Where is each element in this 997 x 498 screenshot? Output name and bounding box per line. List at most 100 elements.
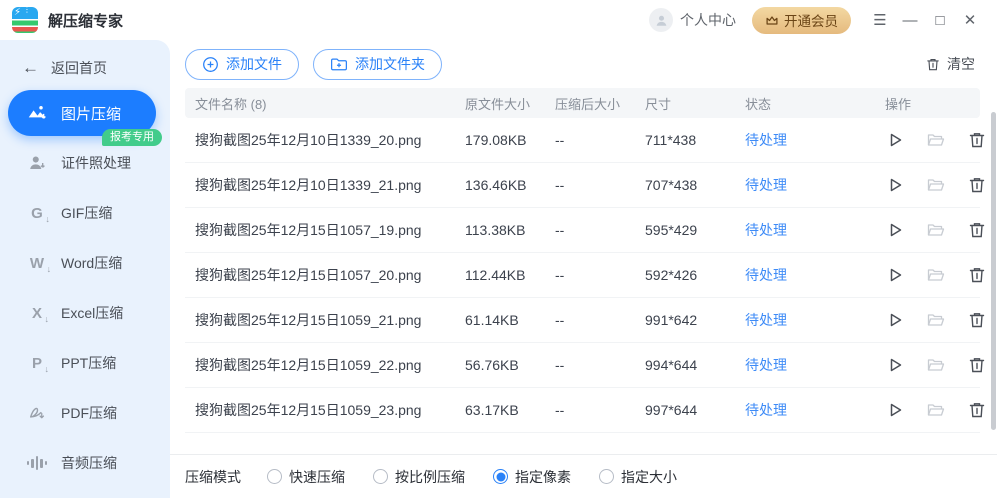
person-icon — [26, 154, 48, 172]
exam-badge: 报考专用 — [102, 129, 162, 146]
minimize-icon[interactable]: — — [897, 7, 923, 33]
word-letter-icon: W↓ — [26, 255, 48, 272]
radio-label: 指定像素 — [515, 467, 571, 487]
table-row: 搜狗截图25年12月15日1057_20.png 112.44KB -- 592… — [185, 253, 980, 298]
col-status: 状态 — [735, 94, 875, 113]
open-folder-icon[interactable] — [926, 130, 946, 150]
add-folder-button[interactable]: 添加文件夹 — [313, 49, 442, 80]
radio-specify-pixels[interactable]: 指定像素 — [493, 467, 571, 487]
sidebar-item-label: 证件照处理 — [61, 153, 131, 173]
open-folder-icon[interactable] — [926, 220, 946, 240]
delete-icon[interactable] — [967, 400, 987, 420]
play-icon[interactable] — [885, 175, 905, 195]
ppt-letter-icon: P↓ — [26, 355, 48, 372]
sidebar-item-word-compress[interactable]: W↓ Word压缩 — [10, 238, 160, 288]
audio-bars-icon — [26, 456, 48, 470]
back-home-button[interactable]: ← 返回首页 — [0, 48, 170, 88]
compressed-size: -- — [545, 312, 635, 328]
sidebar-item-ppt-compress[interactable]: P↓ PPT压缩 — [10, 338, 160, 388]
table-row: 搜狗截图25年12月15日1057_19.png 113.38KB -- 595… — [185, 208, 980, 253]
table-row: 搜狗截图25年12月15日1059_21.png 61.14KB -- 991*… — [185, 298, 980, 343]
dimensions: 707*438 — [635, 177, 735, 193]
compressed-size: -- — [545, 357, 635, 373]
delete-icon[interactable] — [967, 355, 987, 375]
file-name: 搜狗截图25年12月10日1339_21.png — [185, 175, 455, 195]
close-icon[interactable]: ✕ — [957, 7, 983, 33]
excel-letter-icon: X↓ — [26, 305, 48, 322]
crown-icon — [765, 14, 779, 27]
radio-ratio-compress[interactable]: 按比例压缩 — [373, 467, 465, 487]
table-row: 搜狗截图25年12月10日1339_20.png 179.08KB -- 711… — [185, 118, 980, 163]
sidebar-item-gif-compress[interactable]: G↓ GIF压缩 — [10, 188, 160, 238]
compressed-size: -- — [545, 177, 635, 193]
open-folder-icon[interactable] — [926, 400, 946, 420]
add-file-label: 添加文件 — [226, 54, 282, 74]
status-badge: 待处理 — [735, 265, 875, 285]
play-icon[interactable] — [885, 265, 905, 285]
row-operations — [875, 220, 987, 240]
back-home-label: 返回首页 — [51, 58, 107, 78]
titlebar-actions: 个人中心 开通会员 ☰ — □ ✕ — [649, 7, 983, 34]
user-center-button[interactable]: 个人中心 — [649, 8, 736, 32]
delete-icon[interactable] — [967, 310, 987, 330]
brand: ⚡ ⋮ 解压缩专家 — [12, 7, 123, 33]
delete-icon[interactable] — [967, 220, 987, 240]
open-folder-icon[interactable] — [926, 310, 946, 330]
dimensions: 592*426 — [635, 267, 735, 283]
delete-icon[interactable] — [967, 265, 987, 285]
app-title: 解压缩专家 — [48, 10, 123, 31]
table-row: 搜狗截图25年12月10日1339_21.png 136.46KB -- 707… — [185, 163, 980, 208]
scrollbar-thumb[interactable] — [991, 112, 996, 430]
trash-icon — [925, 56, 941, 73]
add-file-button[interactable]: 添加文件 — [185, 49, 299, 80]
radio-label: 按比例压缩 — [395, 467, 465, 487]
image-icon — [26, 104, 48, 122]
status-badge: 待处理 — [735, 130, 875, 150]
radio-fast-compress[interactable]: 快速压缩 — [267, 467, 345, 487]
table-row: 搜狗截图25年12月15日1059_23.png 63.17KB -- 997*… — [185, 388, 980, 433]
col-operations: 操作 — [875, 94, 980, 113]
original-size: 63.17KB — [455, 402, 545, 418]
pdf-ribbon-icon — [26, 405, 48, 422]
sidebar-item-label: 图片压缩 — [61, 103, 121, 124]
original-size: 113.38KB — [455, 222, 545, 238]
sidebar-nav: 图片压缩 报考专用 证件照处理 G↓ GIF压缩 W↓ Word压缩 X↓ Ex… — [0, 90, 170, 488]
compress-mode-label: 压缩模式 — [185, 467, 241, 487]
compress-mode-bar: 压缩模式 快速压缩 按比例压缩 指定像素 指定大小 — [170, 454, 997, 498]
membership-button[interactable]: 开通会员 — [752, 7, 851, 34]
col-file-name: 文件名称 (8) — [185, 94, 455, 113]
zipper-icon: ⋮ — [23, 8, 31, 12]
play-icon[interactable] — [885, 220, 905, 240]
dimensions: 595*429 — [635, 222, 735, 238]
sidebar-item-label: PDF压缩 — [61, 403, 117, 423]
file-name: 搜狗截图25年12月15日1059_21.png — [185, 310, 455, 330]
play-icon[interactable] — [885, 400, 905, 420]
play-icon[interactable] — [885, 310, 905, 330]
maximize-icon[interactable]: □ — [927, 7, 953, 33]
delete-icon[interactable] — [967, 130, 987, 150]
status-badge: 待处理 — [735, 355, 875, 375]
menu-icon[interactable]: ☰ — [867, 7, 893, 33]
lightning-icon: ⚡ — [14, 7, 21, 18]
play-icon[interactable] — [885, 355, 905, 375]
file-name: 搜狗截图25年12月15日1057_20.png — [185, 265, 455, 285]
radio-specify-size[interactable]: 指定大小 — [599, 467, 677, 487]
original-size: 61.14KB — [455, 312, 545, 328]
sidebar-item-pdf-compress[interactable]: PDF压缩 — [10, 388, 160, 438]
titlebar: ⚡ ⋮ 解压缩专家 个人中心 开通会员 ☰ — □ ✕ — [0, 0, 997, 40]
row-operations — [875, 310, 987, 330]
delete-icon[interactable] — [967, 175, 987, 195]
play-icon[interactable] — [885, 130, 905, 150]
open-folder-icon[interactable] — [926, 265, 946, 285]
row-operations — [875, 355, 987, 375]
original-size: 136.46KB — [455, 177, 545, 193]
membership-label: 开通会员 — [784, 10, 838, 30]
clear-all-button[interactable]: 清空 — [925, 54, 975, 74]
dimensions: 994*644 — [635, 357, 735, 373]
sidebar-item-id-photo[interactable]: 报考专用 证件照处理 — [10, 138, 160, 188]
open-folder-icon[interactable] — [926, 355, 946, 375]
sidebar-item-audio-compress[interactable]: 音频压缩 — [10, 438, 160, 488]
status-badge: 待处理 — [735, 310, 875, 330]
open-folder-icon[interactable] — [926, 175, 946, 195]
sidebar-item-excel-compress[interactable]: X↓ Excel压缩 — [10, 288, 160, 338]
